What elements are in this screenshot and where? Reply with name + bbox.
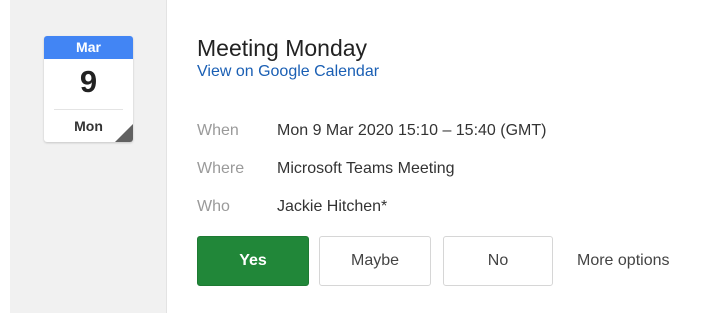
when-value: Mon 9 Mar 2020 15:10 – 15:40 (GMT) (277, 122, 547, 139)
view-calendar-link[interactable]: View on Google Calendar (197, 62, 379, 82)
where-row: Where Microsoft Teams Meeting (197, 150, 546, 188)
calendar-divider (54, 109, 123, 110)
event-invitation-card: Mar 9 Mon Meeting Monday View on Google … (0, 0, 703, 313)
calendar-date-icon: Mar 9 Mon (44, 36, 133, 142)
yes-button[interactable]: Yes (197, 236, 309, 286)
event-header: Meeting Monday View on Google Calendar (197, 34, 379, 82)
event-details: When Mon 9 Mar 2020 15:10 – 15:40 (GMT) … (197, 112, 546, 226)
who-row: Who Jackie Hitchen* (197, 188, 546, 226)
where-label: Where (197, 160, 245, 177)
where-value: Microsoft Teams Meeting (277, 160, 455, 177)
when-row: When Mon 9 Mar 2020 15:10 – 15:40 (GMT) (197, 112, 546, 150)
who-value: Jackie Hitchen* (277, 198, 388, 215)
who-label: Who (197, 198, 230, 215)
no-button[interactable]: No (443, 236, 553, 286)
more-options-link[interactable]: More options (577, 252, 670, 270)
calendar-month: Mar (44, 36, 133, 59)
page-fold-icon (115, 124, 133, 142)
maybe-button[interactable]: Maybe (319, 236, 431, 286)
when-label: When (197, 122, 239, 139)
rsvp-bar: Yes Maybe No More options (197, 236, 670, 286)
calendar-day: 9 (79, 64, 98, 99)
event-title: Meeting Monday (197, 35, 368, 61)
